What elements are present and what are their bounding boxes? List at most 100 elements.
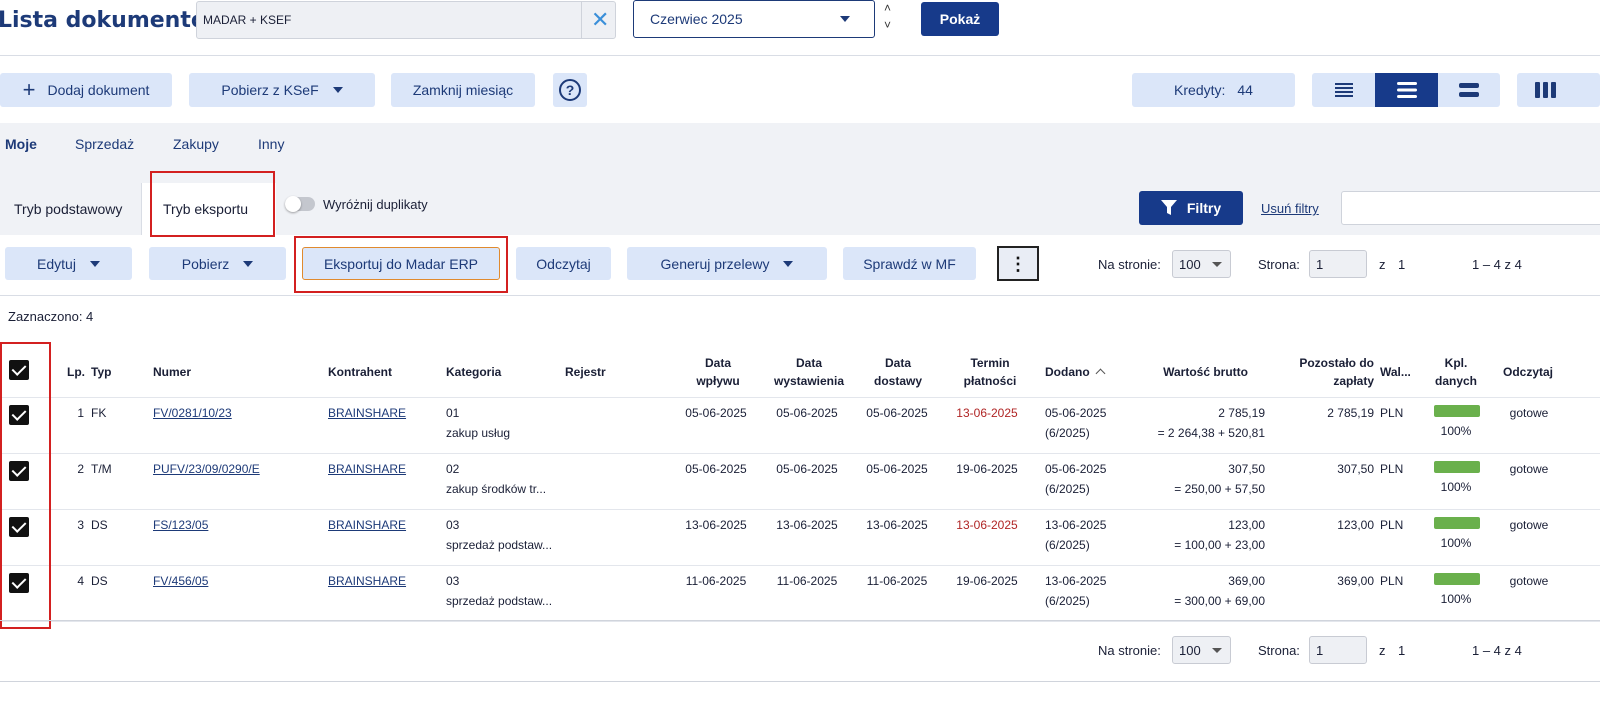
caret-down-icon — [1212, 648, 1222, 653]
row-numer-link[interactable]: FV/456/05 — [153, 571, 208, 591]
row-brutto-breakdown: = 250,00 + 57,50 — [1174, 482, 1265, 496]
row-dodano: 05-06-2025 — [1045, 462, 1107, 476]
more-actions-button[interactable]: ⋮ — [997, 246, 1039, 281]
col-dodano[interactable]: Dodano — [1045, 363, 1106, 381]
col-numer[interactable]: Numer — [153, 363, 191, 381]
view-compact-button[interactable] — [1312, 73, 1375, 107]
view-normal-button[interactable] — [1375, 73, 1438, 107]
row-kontrahent-link[interactable]: BRAINSHARE — [328, 459, 406, 479]
row-dodano-period: (6/2025) — [1045, 594, 1090, 608]
duplicates-toggle[interactable] — [285, 196, 315, 212]
show-button[interactable]: Pokaż — [921, 2, 999, 36]
row-kategoria-name: zakup środków tr... — [446, 482, 547, 496]
chevron-down-icon[interactable]: ˅ — [884, 18, 891, 32]
row-brutto: 307,50 — [1228, 462, 1265, 476]
tab-sprzedaz[interactable]: Sprzedaż — [75, 136, 134, 152]
row-pozostalo: 2 785,19 — [1327, 406, 1374, 420]
tab-basic-mode[interactable]: Tryb podstawowy — [0, 183, 142, 235]
row-data-dostawy: 05-06-2025 — [866, 406, 928, 420]
period-select[interactable]: Czerwiec 2025 — [633, 0, 875, 38]
col-data-dostawy[interactable]: Data dostawy — [862, 354, 934, 390]
row-dodano: 05-06-2025 — [1045, 406, 1107, 420]
tab-zakupy[interactable]: Zakupy — [173, 136, 219, 152]
row-completeness-bar — [1434, 461, 1480, 473]
ksef-download-button[interactable]: Pobierz z KSeF — [189, 73, 375, 107]
row-data-dostawy: 05-06-2025 — [866, 462, 928, 476]
read-button[interactable]: Odczytaj — [516, 247, 611, 280]
chevron-up-icon[interactable]: ˄ — [884, 1, 891, 15]
per-page-select-bottom[interactable]: 100 — [1172, 636, 1231, 664]
row-data-wplywu: 11-06-2025 — [685, 574, 747, 588]
row-termin: 13-06-2025 — [956, 518, 1018, 532]
row-kontrahent-link[interactable]: BRAINSHARE — [328, 403, 406, 423]
col-kpl-danych[interactable]: Kpl. danych — [1427, 354, 1485, 390]
highlight-checkboxes — [0, 342, 51, 629]
col-kontrahent[interactable]: Kontrahent — [328, 363, 392, 381]
per-page-label: Na stronie: — [1098, 257, 1161, 272]
help-icon: ? — [559, 79, 581, 101]
row-termin: 19-06-2025 — [956, 574, 1018, 588]
of-label: z — [1379, 257, 1386, 272]
row-waluta: PLN — [1380, 518, 1404, 532]
caret-down-icon — [243, 260, 254, 267]
row-dodano-period: (6/2025) — [1045, 538, 1090, 552]
col-lp[interactable]: Lp. — [67, 363, 85, 381]
col-waluta[interactable]: Wal... — [1380, 363, 1411, 381]
row-brutto: 123,00 — [1228, 518, 1265, 532]
row-dodano: 13-06-2025 — [1045, 518, 1107, 532]
page-input[interactable]: 1 — [1309, 250, 1367, 278]
col-termin[interactable]: Termin płatności — [952, 354, 1028, 390]
edit-button[interactable]: Edytuj — [5, 247, 132, 280]
credits-badge: Kredyty: 44 — [1132, 73, 1295, 107]
row-completeness-pct: 100% — [1440, 536, 1472, 550]
quick-search-input[interactable] — [1341, 191, 1600, 225]
col-kategoria[interactable]: Kategoria — [446, 363, 501, 381]
tab-moje[interactable]: Moje — [5, 136, 37, 152]
row-kategoria-code: 01 — [446, 406, 460, 420]
caret-down-icon — [332, 87, 343, 93]
row-lp: 3 — [77, 518, 84, 532]
row-kontrahent-link[interactable]: BRAINSHARE — [328, 571, 406, 591]
row-odczytaj-status: gotowe — [1509, 406, 1549, 420]
row-data-wystawienia: 05-06-2025 — [776, 462, 838, 476]
clear-icon[interactable]: ✕ — [591, 7, 609, 33]
col-data-wplywu[interactable]: Data wpływu — [680, 354, 756, 390]
check-mf-button[interactable]: Sprawdź w MF — [843, 247, 976, 280]
tab-inny[interactable]: Inny — [258, 136, 284, 152]
col-typ[interactable]: Typ — [91, 363, 111, 381]
row-data-wplywu: 05-06-2025 — [685, 462, 747, 476]
column-settings-button[interactable] — [1517, 73, 1600, 107]
row-data-wystawienia: 11-06-2025 — [776, 574, 838, 588]
col-odczytaj[interactable]: Odczytaj — [1503, 363, 1553, 381]
row-kontrahent-link[interactable]: BRAINSHARE — [328, 515, 406, 535]
search-input[interactable]: MADAR + KSEF — [203, 13, 291, 27]
row-numer-link[interactable]: FS/123/05 — [153, 515, 208, 535]
row-numer-link[interactable]: FV/0281/10/23 — [153, 403, 232, 423]
caret-down-icon — [89, 260, 100, 267]
close-month-button[interactable]: Zamknij miesiąc — [391, 73, 535, 107]
col-rejestr[interactable]: Rejestr — [565, 363, 606, 381]
help-button[interactable]: ? — [553, 73, 587, 107]
search-field[interactable]: MADAR + KSEF ✕ — [196, 1, 616, 39]
row-numer-link[interactable]: PUFV/23/09/0290/E — [153, 459, 260, 479]
total-pages: 1 — [1398, 257, 1406, 272]
row-completeness-pct: 100% — [1440, 480, 1472, 494]
row-typ: DS — [91, 574, 108, 588]
clear-filters-link[interactable]: Usuń filtry — [1261, 201, 1319, 216]
download-button[interactable]: Pobierz — [149, 247, 286, 280]
row-completeness-pct: 100% — [1440, 592, 1472, 606]
generate-transfers-button[interactable]: Generuj przelewy — [627, 247, 827, 280]
row-completeness-pct: 100% — [1440, 424, 1472, 438]
row-kategoria-code: 02 — [446, 462, 460, 476]
page-input-bottom[interactable]: 1 — [1309, 636, 1367, 664]
col-data-wystawienia[interactable]: Data wystawienia — [766, 354, 852, 390]
col-wartosc-brutto[interactable]: Wartość brutto — [1140, 363, 1248, 381]
col-pozostalo[interactable]: Pozostało do zapłaty — [1280, 354, 1374, 390]
add-document-button[interactable]: + Dodaj dokument — [0, 73, 172, 107]
per-page-select[interactable]: 100 — [1172, 250, 1231, 278]
view-large-button[interactable] — [1438, 73, 1500, 107]
filters-button[interactable]: Filtry — [1139, 191, 1243, 225]
of-label-bottom: z — [1379, 643, 1386, 658]
row-divider — [0, 621, 1600, 622]
row-kategoria-name: zakup usług — [446, 426, 511, 440]
